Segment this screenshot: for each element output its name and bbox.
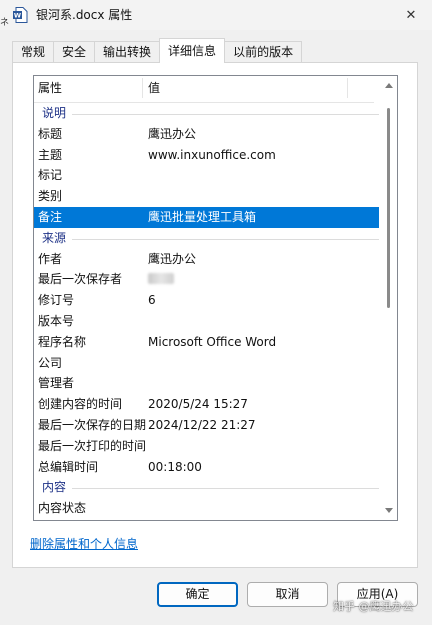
svg-text:W: W [14, 12, 21, 20]
property-name: 管理者 [38, 376, 75, 391]
property-value: 00:18:00 [148, 459, 202, 474]
group-divider [42, 488, 379, 490]
ok-button[interactable]: 确定 [157, 582, 238, 607]
property-rows: 说明 标题 鹰迅办公 主题 www.inxunoffice.com 标记 类别 备注 鹰迅批量处… [34, 103, 379, 519]
property-row[interactable]: 公司 [34, 353, 379, 374]
tab-output-conversion[interactable]: 输出转换 [94, 41, 161, 63]
properties-dialog: W 银河系.docx 属性 ✕ ネ 常规 安全 输出转换 详细信息 以前的版本 … [0, 0, 432, 625]
property-row[interactable]: 最后一次打印的时间 [34, 436, 379, 457]
details-tab-page: 属性 值 说明 标题 鹰迅办公 主题 www.inxunoffice.com 标记 类别 备注… [12, 62, 418, 568]
column-header-value[interactable]: 值 [148, 80, 160, 96]
property-row-selected[interactable]: 备注 鹰迅批量处理工具箱 [34, 206, 379, 228]
property-name: 内容状态 [38, 501, 87, 516]
property-row[interactable]: 主题 www.inxunoffice.com [34, 145, 379, 166]
property-row[interactable]: 作者 鹰迅办公 [34, 249, 379, 270]
property-row[interactable]: 标记 [34, 165, 379, 186]
property-value: Microsoft Office Word [148, 334, 277, 349]
property-name: 作者 [38, 251, 63, 266]
property-name: 最后一次保存者 [38, 272, 123, 287]
group-divider [42, 238, 379, 240]
column-header-property[interactable]: 属性 [38, 80, 62, 96]
tab-details[interactable]: 详细信息 [159, 38, 226, 63]
property-row[interactable]: 总编辑时间 00:18:00 [34, 457, 379, 478]
property-name: 总编辑时间 [38, 459, 99, 474]
property-value: 2020/5/24 15:27 [148, 397, 248, 412]
property-name: 主题 [38, 147, 63, 162]
property-name: 标题 [38, 126, 63, 141]
tab-general[interactable]: 常规 [12, 41, 55, 63]
group-header[interactable]: 来源 [34, 227, 379, 249]
property-row[interactable]: 内容状态 [34, 498, 379, 519]
word-document-icon: W [13, 7, 28, 23]
window-title: 银河系.docx 属性 [36, 8, 133, 22]
property-name: 修订号 [38, 293, 75, 308]
scroll-thumb[interactable] [387, 108, 390, 308]
property-row[interactable]: 最后一次保存的日期 2024/12/22 21:27 [34, 415, 379, 436]
tab-previous-versions[interactable]: 以前的版本 [224, 41, 303, 63]
property-row[interactable]: 修订号 6 [34, 290, 379, 311]
redacted-value [148, 273, 174, 285]
property-value: 鹰迅批量处理工具箱 [148, 209, 257, 224]
property-row[interactable]: 标题 鹰迅办公 [34, 124, 379, 145]
property-value: www.inxunoffice.com [148, 147, 276, 162]
property-value: 2024/12/22 21:27 [148, 417, 256, 432]
remove-properties-link[interactable]: 删除属性和个人信息 [30, 536, 138, 552]
column-divider[interactable] [142, 78, 143, 98]
vertical-scrollbar[interactable] [380, 76, 397, 520]
group-divider [42, 114, 379, 115]
close-icon: ✕ [405, 7, 417, 23]
property-name: 程序名称 [38, 334, 87, 349]
list-header: 属性 值 [34, 76, 374, 103]
property-row[interactable]: 程序名称 Microsoft Office Word [34, 332, 379, 353]
title-bar: W 银河系.docx 属性 ✕ [0, 0, 432, 30]
group-header[interactable]: 内容 [34, 477, 379, 499]
property-name: 创建内容的时间 [38, 397, 123, 412]
property-value: 6 [148, 293, 156, 308]
property-row[interactable]: 最后一次保存者 [34, 269, 379, 290]
property-row[interactable]: 管理者 [34, 373, 379, 394]
tab-security[interactable]: 安全 [53, 41, 96, 63]
property-value: 鹰迅办公 [148, 126, 197, 141]
background-window-fragment: ネ [0, 18, 10, 28]
close-button[interactable]: ✕ [396, 2, 426, 28]
scroll-down-arrow-icon[interactable] [385, 508, 393, 513]
group-label: 说明 [42, 103, 73, 124]
property-name: 最后一次保存的日期 [38, 417, 147, 432]
property-row[interactable]: 版本号 [34, 311, 379, 332]
tab-strip: 常规 安全 输出转换 详细信息 以前的版本 [12, 38, 303, 63]
property-name: 类别 [38, 189, 63, 204]
property-name: 备注 [38, 209, 63, 224]
property-row[interactable]: 类别 [34, 186, 379, 207]
group-label: 内容 [42, 477, 73, 499]
property-name: 公司 [38, 355, 63, 370]
group-label: 来源 [42, 227, 73, 249]
column-divider[interactable] [347, 78, 348, 98]
property-row[interactable]: 创建内容的时间 2020/5/24 15:27 [34, 394, 379, 415]
cancel-button[interactable]: 取消 [247, 582, 328, 607]
watermark: 知乎 @鹰迅办公 [333, 600, 414, 613]
property-name: 标记 [38, 168, 63, 183]
property-list[interactable]: 属性 值 说明 标题 鹰迅办公 主题 www.inxunoffice.com 标记 类别 备注… [33, 75, 398, 521]
scroll-up-arrow-icon[interactable] [385, 83, 393, 88]
property-name: 版本号 [38, 313, 75, 328]
group-header[interactable]: 说明 [34, 103, 379, 124]
property-value: 鹰迅办公 [148, 251, 197, 266]
property-name: 最后一次打印的时间 [38, 438, 147, 453]
